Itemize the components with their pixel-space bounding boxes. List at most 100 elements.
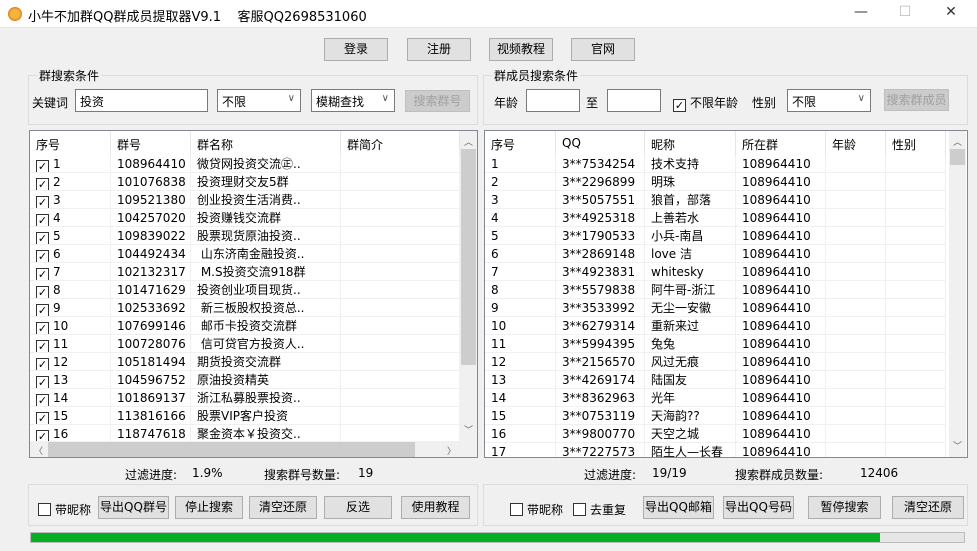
scroll-down-icon[interactable]: ﹀ (949, 439, 966, 452)
row-checkbox[interactable]: ✓ (36, 358, 49, 370)
row-checkbox[interactable]: ✓ (36, 196, 49, 208)
table-row[interactable]: ✓ 10 107699146 邮币卡投资交流群 (30, 317, 460, 335)
export-qq-email-button[interactable]: 导出QQ邮箱 (643, 496, 714, 519)
column-header[interactable]: 群简介 (341, 131, 460, 155)
table-row[interactable]: 9 3**3533992 无尘一安徽 108964410 (485, 299, 946, 317)
table-row[interactable]: ✓ 14 101869137 浙江私募股票投资.. (30, 389, 460, 407)
table-row[interactable]: 7 3**4923831 whitesky 108964410 (485, 263, 946, 281)
table-row[interactable]: ✓ 12 105181494 期货投资交流群 (30, 353, 460, 371)
table-row[interactable]: ✓ 2 101076838 投资理财交友5群 (30, 173, 460, 191)
vertical-scrollbar[interactable]: ︿ ﹀ (949, 131, 966, 457)
export-group-numbers-button[interactable]: 导出QQ群号 (98, 496, 169, 519)
row-checkbox[interactable]: ✓ (36, 214, 49, 226)
table-row[interactable]: ✓ 15 113816166 股票VIP客户投资 (30, 407, 460, 425)
scroll-thumb[interactable] (461, 149, 476, 365)
table-row[interactable]: 10 3**6279314 重新来过 108964410 (485, 317, 946, 335)
left-clear-button[interactable]: 清空还原 (249, 496, 317, 519)
search-groups-button[interactable]: 搜索群号 (405, 90, 470, 112)
table-row[interactable]: ✓ 5 109839022 股票现货原油投资.. (30, 227, 460, 245)
table-row[interactable]: 8 3**5579838 阿牛哥-浙江 108964410 (485, 281, 946, 299)
website-button[interactable]: 官网 (571, 38, 635, 61)
table-row[interactable]: 6 3**2869148 love 洁 108964410 (485, 245, 946, 263)
table-row[interactable]: 2 3**2296899 明珠 108964410 (485, 173, 946, 191)
pause-search-button[interactable]: 暂停搜索 (808, 496, 881, 519)
table-row[interactable]: 3 3**5057551 狼首，部落 108964410 (485, 191, 946, 209)
scroll-up-icon[interactable]: ︿ (460, 135, 477, 148)
column-header[interactable]: 性别 (886, 131, 946, 155)
window-title: 小牛不加群QQ群成员提取器V9.1 客服QQ2698531060 (28, 10, 367, 25)
table-row[interactable]: ✓ 4 104257020 投资赚钱交流群 (30, 209, 460, 227)
table-row[interactable]: 15 3**0753119 天海韵?? 108964410 (485, 407, 946, 425)
right-with-nickname-checkbox[interactable]: 带昵称 (510, 501, 563, 518)
age-from-input[interactable] (526, 89, 580, 112)
row-checkbox[interactable]: ✓ (36, 268, 49, 280)
row-checkbox[interactable]: ✓ (36, 322, 49, 334)
search-members-button[interactable]: 搜索群成员 (884, 89, 949, 111)
table-row[interactable]: 12 3**2156570 风过无痕 108964410 (485, 353, 946, 371)
scroll-down-icon[interactable]: ﹀ (460, 423, 477, 436)
table-row[interactable]: 16 3**9800770 天空之城 108964410 (485, 425, 946, 443)
table-row[interactable]: ✓ 3 109521380 创业投资生活消费.. (30, 191, 460, 209)
column-header[interactable]: 序号 (30, 131, 111, 155)
column-header[interactable]: 所在群 (736, 131, 826, 155)
table-row[interactable]: 1 3**7534254 技术支持 108964410 (485, 155, 946, 173)
scroll-up-icon[interactable]: ︿ (949, 135, 966, 148)
horizontal-scrollbar[interactable]: 〈 〉 (30, 441, 477, 457)
keyword-input[interactable]: 投资 (75, 89, 208, 112)
left-with-nickname-checkbox[interactable]: 带昵称 (38, 501, 91, 518)
row-checkbox[interactable]: ✓ (36, 178, 49, 190)
table-cell: 陆国友 (645, 371, 736, 388)
table-cell (341, 425, 460, 442)
row-checkbox[interactable]: ✓ (36, 250, 49, 262)
usage-tutorial-button[interactable]: 使用教程 (401, 496, 470, 519)
table-row[interactable]: ✓ 11 100728076 信可贷官方投资人.. (30, 335, 460, 353)
table-row[interactable]: ✓ 7 102132317 M.S投资交流918群 (30, 263, 460, 281)
mode-select[interactable]: 模糊查找 ∨ (311, 89, 395, 112)
close-button[interactable]: ✕ (936, 4, 966, 24)
right-clear-button[interactable]: 清空还原 (892, 496, 964, 519)
row-checkbox[interactable]: ✓ (36, 232, 49, 244)
column-header[interactable]: 序号 (485, 131, 556, 155)
invert-selection-button[interactable]: 反选 (324, 496, 392, 519)
column-header[interactable]: QQ (556, 131, 645, 155)
column-header[interactable]: 年龄 (826, 131, 886, 155)
stop-search-button[interactable]: 停止搜索 (175, 496, 243, 519)
table-row[interactable]: 17 3**7227573 陌生人—长春 108964410 (485, 443, 946, 457)
table-row[interactable]: 13 3**4269174 陆国友 108964410 (485, 371, 946, 389)
minimize-button[interactable]: — (846, 4, 876, 24)
table-row[interactable]: 11 3**5994395 兔兔 108964410 (485, 335, 946, 353)
row-checkbox[interactable]: ✓ (36, 160, 49, 172)
table-row[interactable]: ✓ 8 101471629 投资创业项目现货.. (30, 281, 460, 299)
column-header[interactable]: 昵称 (645, 131, 736, 155)
login-button[interactable]: 登录 (324, 38, 388, 61)
export-qq-numbers-button[interactable]: 导出QQ号码 (723, 496, 794, 519)
row-checkbox[interactable]: ✓ (36, 394, 49, 406)
filter-select[interactable]: 不限 ∨ (217, 89, 301, 112)
dedupe-checkbox[interactable]: 去重复 (573, 501, 626, 518)
table-row[interactable]: ✓ 13 104596752 原油投资精英 (30, 371, 460, 389)
scroll-left-icon[interactable]: 〈 (30, 444, 47, 457)
vertical-scrollbar[interactable]: ︿ ﹀ (460, 131, 477, 441)
maximize-button[interactable]: ☐ (890, 4, 920, 24)
unlimited-age-checkbox[interactable]: ✓ 不限年龄 (673, 94, 738, 112)
row-checkbox[interactable]: ✓ (36, 286, 49, 298)
video-tutorial-button[interactable]: 视频教程 (489, 38, 553, 61)
row-checkbox[interactable]: ✓ (36, 376, 49, 388)
row-checkbox[interactable]: ✓ (36, 304, 49, 316)
column-header[interactable]: 群号 (111, 131, 191, 155)
table-row[interactable]: ✓ 9 102533692 新三板股权投资总.. (30, 299, 460, 317)
h-scroll-thumb[interactable] (48, 442, 415, 457)
row-checkbox[interactable]: ✓ (36, 412, 49, 424)
age-to-input[interactable] (607, 89, 661, 112)
row-checkbox[interactable]: ✓ (36, 340, 49, 352)
column-header[interactable]: 群名称 (191, 131, 341, 155)
table-row[interactable]: ✓ 6 104492434 山东济南金融投资.. (30, 245, 460, 263)
scroll-right-icon[interactable]: 〉 (443, 444, 460, 457)
gender-select[interactable]: 不限 ∨ (787, 89, 871, 112)
table-row[interactable]: 14 3**8362963 光年 108964410 (485, 389, 946, 407)
scroll-thumb[interactable] (950, 149, 965, 165)
table-row[interactable]: 5 3**1790533 小兵-南昌 108964410 (485, 227, 946, 245)
table-row[interactable]: 4 3**4925318 上善若水 108964410 (485, 209, 946, 227)
register-button[interactable]: 注册 (407, 38, 471, 61)
table-row[interactable]: ✓ 1 108964410 微贷网投资交流㊣.. (30, 155, 460, 173)
